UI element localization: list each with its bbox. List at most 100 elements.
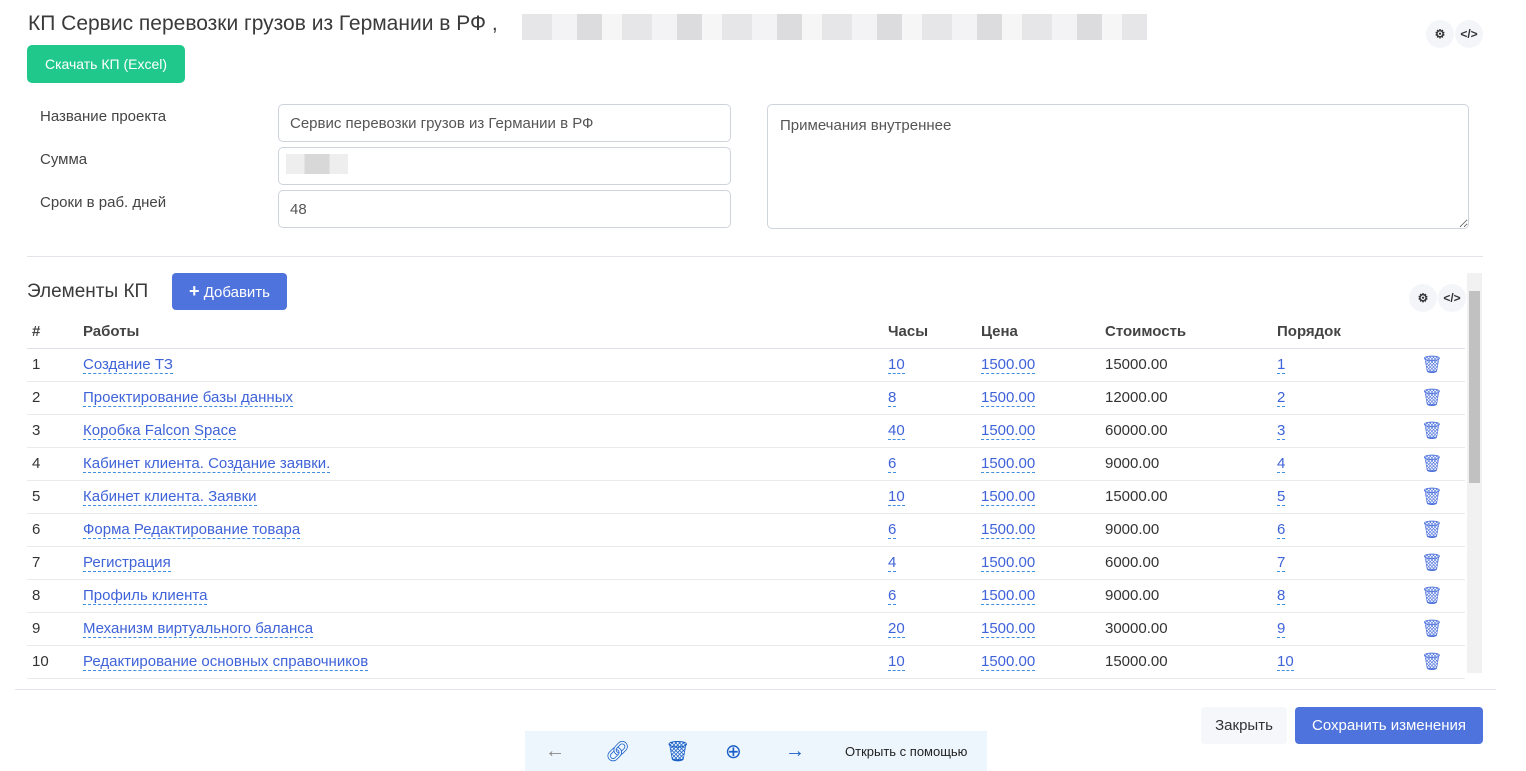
- redacted-text: [522, 14, 1147, 40]
- editable-value[interactable]: Кабинет клиента. Создание заявки.: [83, 455, 331, 473]
- arrow-left-icon[interactable]: ←: [545, 740, 605, 763]
- trash-icon[interactable]: 🗑︎: [1421, 619, 1443, 638]
- cell: 15000.00: [1100, 480, 1272, 514]
- cell-value: 2: [32, 389, 41, 406]
- editable-value[interactable]: 1500.00: [981, 554, 1036, 572]
- cell: 2: [1272, 381, 1416, 415]
- cell: Кабинет клиента. Создание заявки.: [78, 447, 883, 481]
- editable-value[interactable]: Создание ТЗ: [83, 356, 173, 374]
- code-icon[interactable]: </>: [1455, 20, 1483, 48]
- editable-value[interactable]: 6: [888, 587, 897, 605]
- table-row: 1 Создание ТЗ 10 1500.00 15000.00 1 🗑︎: [27, 348, 1465, 382]
- editable-value[interactable]: 10: [888, 653, 905, 671]
- trash-icon[interactable]: 🗑︎: [1421, 454, 1443, 473]
- trash-icon[interactable]: 🗑︎: [1421, 586, 1443, 605]
- editable-value[interactable]: 1500.00: [981, 653, 1036, 671]
- editable-value[interactable]: Кабинет клиента. Заявки: [83, 488, 257, 506]
- arrow-right-icon[interactable]: →: [785, 740, 845, 763]
- editable-value[interactable]: 8: [1277, 587, 1286, 605]
- editable-value[interactable]: Механизм виртуального баланса: [83, 620, 314, 638]
- editable-value[interactable]: Профиль клиента: [83, 587, 208, 605]
- cell: 8: [883, 381, 976, 415]
- editable-value[interactable]: 9: [1277, 620, 1286, 638]
- editable-value[interactable]: 1500.00: [981, 455, 1036, 473]
- editable-value[interactable]: 1500.00: [981, 488, 1036, 506]
- table-row: 10 Редактирование основных справочников 10…: [27, 645, 1465, 679]
- trash-icon[interactable]: 🗑︎: [1421, 652, 1443, 671]
- cell: 6: [1272, 513, 1416, 547]
- editable-value[interactable]: Коробка Falcon Space: [83, 422, 237, 440]
- editable-value[interactable]: 1500.00: [981, 422, 1036, 440]
- days-input[interactable]: [278, 190, 731, 228]
- zoom-in-icon[interactable]: ⊕: [725, 739, 785, 764]
- cell: 15000.00: [1100, 645, 1272, 679]
- editable-value[interactable]: 10: [888, 356, 905, 374]
- editable-value[interactable]: 8: [888, 389, 897, 407]
- code-icon[interactable]: </>: [1438, 284, 1466, 312]
- editable-value[interactable]: 1: [1277, 356, 1286, 374]
- cell: 1500.00: [976, 447, 1100, 481]
- editable-value[interactable]: 1500.00: [981, 587, 1036, 605]
- cell: 🗑︎: [1416, 513, 1465, 547]
- editable-value[interactable]: 2: [1277, 389, 1286, 407]
- trash-icon[interactable]: 🗑︎: [1421, 388, 1443, 407]
- gears-icon[interactable]: ⚙: [1426, 20, 1454, 48]
- trash-icon[interactable]: 🗑︎: [1421, 520, 1443, 539]
- cell: 🗑︎: [1416, 579, 1465, 613]
- cell: 4: [883, 546, 976, 580]
- editable-value[interactable]: 7: [1277, 554, 1286, 572]
- editable-value[interactable]: Редактирование основных справочников: [83, 653, 369, 671]
- cell: 🗑︎: [1416, 414, 1465, 448]
- editable-value[interactable]: 40: [888, 422, 905, 440]
- cell: 9000.00: [1100, 447, 1272, 481]
- editable-value[interactable]: 5: [1277, 488, 1286, 506]
- editable-value[interactable]: 1500.00: [981, 389, 1036, 407]
- add-label: Добавить: [203, 284, 270, 301]
- download-excel-button[interactable]: Скачать КП (Excel): [27, 45, 185, 83]
- editable-value[interactable]: 1500.00: [981, 521, 1036, 539]
- table-row: 6 Форма Редактирование товара 6 1500.00 9000…: [27, 513, 1465, 547]
- close-button[interactable]: Закрыть: [1201, 707, 1287, 744]
- trash-icon[interactable]: 🗑︎: [1421, 553, 1443, 572]
- trash-icon[interactable]: 🗑︎: [1421, 487, 1443, 506]
- editable-value[interactable]: 1500.00: [981, 620, 1036, 638]
- trash-icon[interactable]: 🗑︎: [1421, 421, 1443, 440]
- editable-value[interactable]: 20: [888, 620, 905, 638]
- editable-value[interactable]: 10: [888, 488, 905, 506]
- cell-value: 3: [32, 422, 41, 439]
- editable-value[interactable]: 4: [1277, 455, 1286, 473]
- cell: 12000.00: [1100, 381, 1272, 415]
- editable-value[interactable]: 6: [1277, 521, 1286, 539]
- link-icon[interactable]: 🔗︎: [605, 739, 665, 764]
- trash-icon[interactable]: 🗑︎: [1421, 355, 1443, 374]
- notes-textarea[interactable]: [767, 104, 1469, 229]
- editable-value[interactable]: 6: [888, 455, 897, 473]
- editable-value[interactable]: 6: [888, 521, 897, 539]
- cell-value: 30000.00: [1105, 620, 1168, 637]
- column-header: Работы: [78, 315, 883, 349]
- cell: 1500.00: [976, 645, 1100, 679]
- editable-value[interactable]: Регистрация: [83, 554, 171, 572]
- gears-icon[interactable]: ⚙: [1409, 284, 1437, 312]
- save-button[interactable]: Сохранить изменения: [1295, 707, 1483, 744]
- project-name-input[interactable]: [278, 104, 731, 142]
- add-button[interactable]: + Добавить: [172, 273, 287, 310]
- column-header: Порядок: [1272, 315, 1416, 349]
- trash-icon[interactable]: 🗑︎: [665, 739, 725, 764]
- cell: 8: [27, 579, 78, 613]
- cell-value: 9000.00: [1105, 521, 1160, 538]
- editable-value[interactable]: 1500.00: [981, 356, 1036, 374]
- editable-value[interactable]: Форма Редактирование товара: [83, 521, 301, 539]
- cell-value: 60000.00: [1105, 422, 1168, 439]
- editable-value[interactable]: 3: [1277, 422, 1286, 440]
- scrollbar-thumb[interactable]: [1469, 291, 1480, 483]
- editable-value[interactable]: Проектирование базы данных: [83, 389, 293, 407]
- items-title: Элементы КП: [27, 281, 149, 302]
- editable-value[interactable]: 10: [1277, 653, 1294, 671]
- editable-value[interactable]: 4: [888, 554, 897, 572]
- open-with-link[interactable]: Открыть с помощью: [845, 744, 967, 759]
- cell: Механизм виртуального баланса: [78, 612, 883, 646]
- cell-value: 4: [32, 455, 41, 472]
- cell: 🗑︎: [1416, 645, 1465, 679]
- cell-value: 9000.00: [1105, 455, 1160, 472]
